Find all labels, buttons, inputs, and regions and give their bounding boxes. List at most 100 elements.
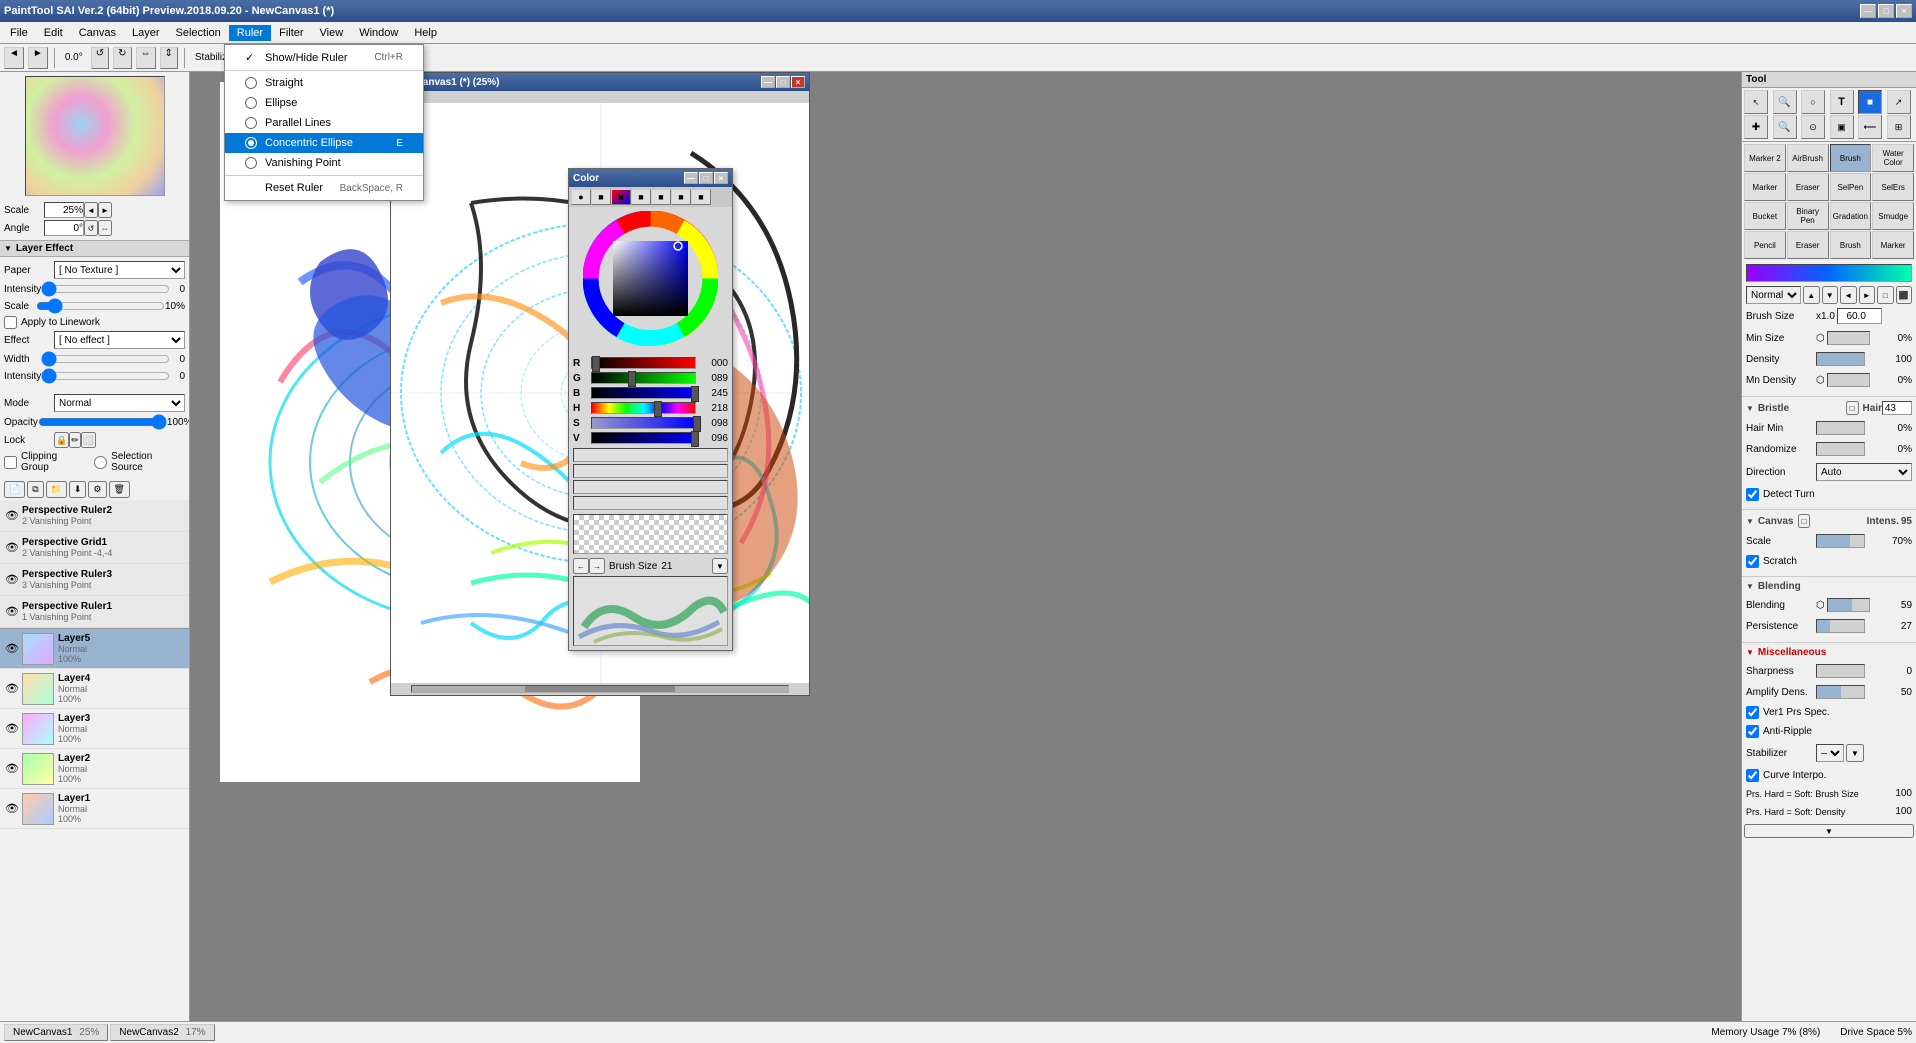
opacity-slider[interactable] — [38, 415, 167, 429]
h-slider[interactable] — [591, 402, 696, 414]
menu-concentric-ellipse[interactable]: Concentric Ellipse E — [225, 133, 423, 153]
canvas1-hscroll-top[interactable] — [391, 91, 809, 103]
menu-vanishing-point[interactable]: Vanishing Point — [225, 153, 423, 173]
mode-btn6[interactable]: ⬛ — [1896, 286, 1913, 304]
b-slider[interactable] — [591, 387, 696, 399]
menu-canvas[interactable]: Canvas — [71, 25, 124, 41]
menu-reset-ruler[interactable]: Reset Ruler BackSpace, R — [225, 178, 423, 198]
color-tab-6[interactable]: ■ — [691, 189, 711, 205]
brush-eraser[interactable]: Eraser — [1787, 173, 1829, 201]
tool-text[interactable]: T — [1830, 90, 1854, 114]
tool-extra1[interactable]: ⟵ — [1858, 115, 1882, 139]
hscroll-thumb[interactable] — [525, 686, 675, 692]
ruler-item-grid1[interactable]: 👁 Perspective Grid1 2 Vanishing Point -4… — [0, 532, 189, 564]
apply-linework-check[interactable] — [4, 316, 17, 329]
new-layer-btn[interactable]: 📄 — [4, 481, 25, 498]
width-slider[interactable] — [41, 352, 170, 366]
menu-help[interactable]: Help — [406, 25, 445, 41]
custom-color-3[interactable] — [573, 480, 728, 494]
brush-selpen[interactable]: SelPen — [1830, 173, 1872, 201]
tool-transform[interactable]: ↗ — [1887, 90, 1911, 114]
color-gradient-bar[interactable] — [1746, 264, 1912, 282]
layer-item-layer2[interactable]: 👁 Layer2 Normal 100% — [0, 749, 189, 789]
brush-airbrush[interactable]: AirBrush — [1787, 144, 1829, 172]
direction-select[interactable]: Auto — [1816, 463, 1912, 481]
color-wheel-area[interactable] — [569, 207, 732, 353]
layer-group-btn[interactable]: 📁 — [46, 481, 67, 498]
anti-ripple-check[interactable] — [1746, 725, 1759, 738]
rotate-ccw[interactable]: ↺ — [91, 47, 109, 69]
tool-zoom-out[interactable]: 🔍 — [1773, 115, 1797, 139]
color-tab-4[interactable]: ■ — [651, 189, 671, 205]
lock-btn-1[interactable]: 🔒 — [54, 432, 69, 448]
mode-btn3[interactable]: ◄ — [1840, 286, 1857, 304]
randomize-slider[interactable] — [1816, 442, 1865, 456]
density-slider[interactable] — [1816, 352, 1865, 366]
tool-move[interactable]: ✚ — [1744, 115, 1768, 139]
status-tab-canvas1[interactable]: NewCanvas1 25% — [4, 1024, 108, 1041]
mode-btn5[interactable]: □ — [1877, 286, 1894, 304]
brush-selers[interactable]: SelErs — [1872, 173, 1914, 201]
layer5-vis[interactable]: 👁 — [4, 641, 20, 657]
effect-select[interactable]: [ No effect ] — [54, 331, 185, 349]
flip-h[interactable]: ⇔ — [136, 47, 156, 69]
clipping-group-check[interactable] — [4, 456, 17, 469]
layer3-vis[interactable]: 👁 — [4, 721, 20, 737]
mode-btn4[interactable]: ► — [1859, 286, 1876, 304]
lock-btn-2[interactable]: ✏ — [69, 432, 81, 448]
canvas1-minimize[interactable]: — — [761, 76, 775, 88]
brush-brush2[interactable]: Brush — [1830, 231, 1872, 259]
layer-item-layer4[interactable]: 👁 Layer4 Normal 100% — [0, 669, 189, 709]
intensity-slider[interactable] — [41, 282, 170, 296]
canvas-scale-slider[interactable] — [1816, 534, 1865, 548]
color-wheel-svg[interactable] — [583, 211, 718, 346]
color-tab-5[interactable]: ■ — [671, 189, 691, 205]
menu-window[interactable]: Window — [351, 25, 406, 41]
close-button[interactable]: × — [1896, 4, 1912, 18]
ruler-item-perspective1[interactable]: 👁 Perspective Ruler1 1 Vanishing Point — [0, 596, 189, 628]
menu-filter[interactable]: Filter — [271, 25, 311, 41]
color-panel-close[interactable]: × — [714, 172, 728, 184]
selection-source-radio[interactable] — [94, 456, 107, 469]
mode-select[interactable]: Normal — [54, 394, 185, 412]
brush-smudge[interactable]: Smudge — [1872, 202, 1914, 230]
color-tab-rgb[interactable]: ■ — [591, 189, 611, 205]
ruler-item-perspective2[interactable]: 👁 Perspective Ruler2 2 Vanishing Point — [0, 500, 189, 532]
ruler-item-perspective3[interactable]: 👁 Perspective Ruler3 3 Vanishing Point — [0, 564, 189, 596]
color-tab-wheel[interactable]: ● — [571, 189, 591, 205]
tool-color-blue[interactable]: ■ — [1858, 90, 1882, 114]
v-slider[interactable] — [591, 432, 696, 444]
ruler-vis-1[interactable]: 👁 — [4, 508, 20, 524]
brush-watercolor[interactable]: Water Color — [1872, 144, 1914, 172]
brush-size-input[interactable] — [1837, 308, 1882, 324]
scale-inc[interactable]: ► — [98, 202, 112, 218]
ruler-vis-2[interactable]: 👁 — [4, 540, 20, 556]
canvas1-hscroll-bottom[interactable] — [391, 683, 809, 695]
status-tab-canvas2[interactable]: NewCanvas2 17% — [110, 1024, 214, 1041]
scratch-check[interactable] — [1746, 555, 1759, 568]
brush-marker3[interactable]: Marker — [1872, 231, 1914, 259]
brush-mode-select[interactable]: Normal — [1746, 286, 1801, 304]
persistence-slider[interactable] — [1816, 619, 1865, 633]
menu-layer[interactable]: Layer — [124, 25, 168, 41]
ruler-vis-3[interactable]: 👁 — [4, 572, 20, 588]
angle-reset[interactable]: ↺ — [84, 220, 98, 236]
mode-collapse-btn[interactable]: ▼ — [1822, 286, 1839, 304]
tool-rect[interactable]: ▣ — [1830, 115, 1854, 139]
amplify-slider[interactable] — [1816, 685, 1865, 699]
bristle-toggle[interactable]: □ — [1846, 401, 1859, 415]
menu-parallel-lines[interactable]: Parallel Lines — [225, 113, 423, 133]
maximize-button[interactable]: □ — [1878, 4, 1894, 18]
scale-input[interactable] — [44, 202, 84, 218]
tool-lasso[interactable]: ○ — [1801, 90, 1825, 114]
layer4-vis[interactable]: 👁 — [4, 681, 20, 697]
lock-btn-3[interactable]: ⬜ — [81, 432, 96, 448]
layer-merge-btn[interactable]: ⬇ — [69, 481, 87, 498]
color-panel-minimize[interactable]: — — [684, 172, 698, 184]
color-wheel-container[interactable] — [583, 211, 718, 349]
color-tab-hsv[interactable]: ■ — [611, 189, 631, 205]
brush-marker2[interactable]: Marker 2 — [1744, 144, 1786, 172]
g-slider[interactable] — [591, 372, 696, 384]
ver1-prs-check[interactable] — [1746, 706, 1759, 719]
menu-straight[interactable]: Straight — [225, 73, 423, 93]
